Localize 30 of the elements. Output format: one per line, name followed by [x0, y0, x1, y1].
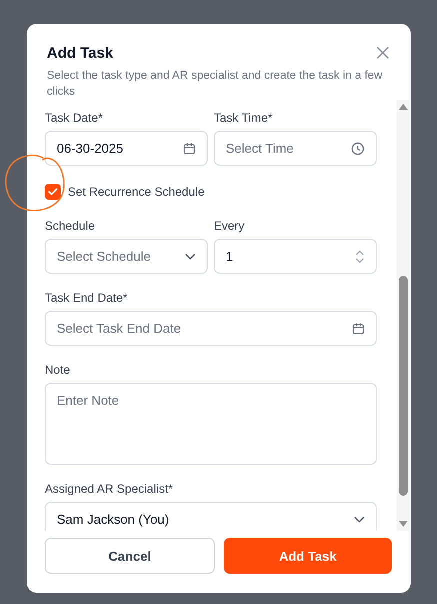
stepper-icon — [355, 250, 365, 264]
clock-icon — [351, 142, 365, 156]
field-label: Note — [45, 363, 72, 377]
field-label: Every — [214, 219, 246, 233]
date-field[interactable]: 06-30-2025 — [45, 131, 208, 166]
calendar-icon — [352, 322, 365, 335]
field-label: Task Time* — [214, 111, 274, 125]
note-field[interactable]: Enter Note — [45, 383, 377, 465]
time-field[interactable]: Select Time — [214, 131, 377, 166]
select-field[interactable]: Sam Jackson (You) — [45, 502, 377, 531]
checkbox[interactable] — [45, 184, 61, 200]
chevron-down-icon — [185, 253, 196, 260]
chevron-down-icon — [354, 516, 365, 523]
field-label: Task Date* — [45, 111, 104, 125]
close-icon[interactable] — [376, 46, 390, 60]
calendar-icon — [183, 142, 196, 155]
number-field[interactable]: 1 — [214, 239, 377, 274]
arrow-up-icon[interactable] — [398, 104, 408, 110]
date-field[interactable]: Select Task End Date — [45, 311, 377, 346]
dialog-title: Add Task — [47, 44, 114, 64]
cancel-button[interactable]: Cancel — [45, 538, 215, 574]
arrow-down-icon[interactable] — [398, 521, 408, 527]
checkbox-label: Set Recurrence Schedule — [68, 185, 205, 199]
dialog-subtitle: Select the task type and AR specialist and create the task in a few clicks — [47, 69, 384, 100]
field-label: Schedule — [45, 219, 96, 233]
field-label: Task End Date* — [45, 291, 129, 305]
select-field[interactable]: Select Schedule — [45, 239, 208, 274]
field-label: Assigned AR Specialist* — [45, 482, 174, 496]
scrollbar[interactable] — [397, 100, 409, 531]
check-icon — [48, 188, 58, 196]
